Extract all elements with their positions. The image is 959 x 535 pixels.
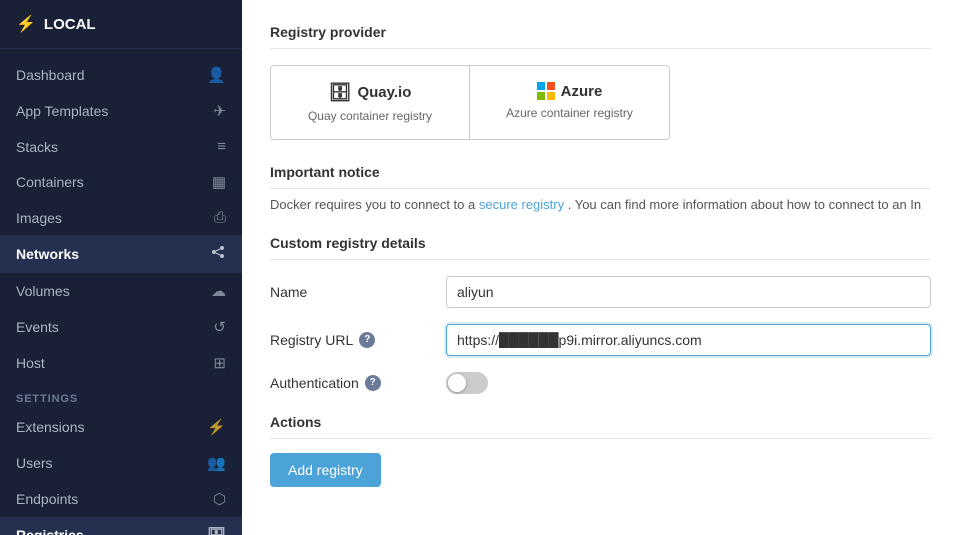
quay-card-desc: Quay container registry bbox=[308, 109, 432, 123]
registry-provider-title: Registry provider bbox=[270, 24, 931, 49]
registries-icon: 🗄 bbox=[207, 526, 226, 535]
azure-card-desc: Azure container registry bbox=[506, 106, 633, 120]
url-row: Registry URL ? bbox=[270, 324, 931, 356]
actions-section: Actions Add registry bbox=[270, 414, 931, 487]
registry-card-quay[interactable]: 🗄 Quay.io Quay container registry bbox=[270, 65, 470, 140]
name-input[interactable] bbox=[446, 276, 931, 308]
volumes-icon: ☁ bbox=[211, 282, 226, 300]
sidebar-item-app-templates[interactable]: App Templates ✈ bbox=[0, 93, 242, 129]
main-content: Registry provider 🗄 Quay.io Quay contain… bbox=[242, 0, 959, 535]
quay-card-name: 🗄 Quay.io bbox=[329, 82, 412, 103]
sidebar-logo: ⚡ LOCAL bbox=[0, 0, 242, 49]
sidebar-item-stacks[interactable]: Stacks ≡ bbox=[0, 129, 242, 164]
registry-card-azure[interactable]: Azure Azure container registry bbox=[470, 65, 670, 140]
auth-help-icon[interactable]: ? bbox=[365, 375, 381, 391]
custom-registry-title: Custom registry details bbox=[270, 235, 931, 260]
azure-icon bbox=[537, 82, 555, 100]
registry-provider-cards: 🗄 Quay.io Quay container registry Azure … bbox=[270, 65, 931, 140]
auth-row: Authentication ? bbox=[270, 372, 931, 394]
custom-registry-details: Custom registry details Name Registry UR… bbox=[270, 235, 931, 394]
azure-card-name: Azure bbox=[537, 82, 603, 100]
app-templates-icon: ✈ bbox=[213, 102, 226, 120]
auth-label: Authentication ? bbox=[270, 375, 430, 391]
stacks-icon: ≡ bbox=[217, 138, 226, 155]
important-notice: Important notice Docker requires you to … bbox=[270, 164, 931, 215]
url-label: Registry URL ? bbox=[270, 332, 430, 348]
add-registry-button[interactable]: Add registry bbox=[270, 453, 381, 487]
sidebar-item-images[interactable]: Images ⎙ bbox=[0, 200, 242, 235]
settings-section-title: SETTINGS bbox=[0, 381, 242, 409]
sidebar-item-dashboard[interactable]: Dashboard 👤 bbox=[0, 57, 242, 93]
name-row: Name bbox=[270, 276, 931, 308]
users-icon: 👥 bbox=[207, 454, 226, 472]
sidebar-item-host[interactable]: Host ⊞ bbox=[0, 345, 242, 381]
url-help-icon[interactable]: ? bbox=[359, 332, 375, 348]
dashboard-icon: 👤 bbox=[207, 66, 226, 84]
sidebar-item-networks[interactable]: Networks bbox=[0, 235, 242, 273]
sidebar-item-events[interactable]: Events ↺ bbox=[0, 309, 242, 345]
sidebar: ⚡ LOCAL Dashboard 👤 App Templates ✈ Stac… bbox=[0, 0, 242, 535]
logo-icon: ⚡ bbox=[16, 14, 36, 34]
toggle-knob bbox=[448, 374, 466, 392]
sidebar-item-volumes[interactable]: Volumes ☁ bbox=[0, 273, 242, 309]
host-icon: ⊞ bbox=[213, 354, 226, 372]
notice-body: Docker requires you to connect to a secu… bbox=[270, 195, 931, 215]
networks-icon bbox=[210, 244, 226, 264]
sidebar-item-users[interactable]: Users 👥 bbox=[0, 445, 242, 481]
sidebar-item-containers[interactable]: Containers ▦ bbox=[0, 164, 242, 200]
secure-registry-link[interactable]: secure registry bbox=[479, 197, 564, 212]
containers-icon: ▦ bbox=[212, 173, 226, 191]
sidebar-nav: Dashboard 👤 App Templates ✈ Stacks ≡ Con… bbox=[0, 49, 242, 535]
url-input[interactable] bbox=[446, 324, 931, 356]
name-label: Name bbox=[270, 284, 430, 300]
sidebar-item-endpoints[interactable]: Endpoints ⬡ bbox=[0, 481, 242, 517]
quay-icon: 🗄 bbox=[329, 82, 352, 103]
notice-title: Important notice bbox=[270, 164, 931, 189]
actions-title: Actions bbox=[270, 414, 931, 439]
endpoints-icon: ⬡ bbox=[213, 490, 226, 508]
logo-text: LOCAL bbox=[44, 16, 96, 33]
extensions-icon: ⚡ bbox=[207, 418, 226, 436]
events-icon: ↺ bbox=[213, 318, 226, 336]
auth-toggle[interactable] bbox=[446, 372, 488, 394]
sidebar-item-registries[interactable]: Registries 🗄 bbox=[0, 517, 242, 535]
images-icon: ⎙ bbox=[214, 209, 226, 226]
sidebar-item-extensions[interactable]: Extensions ⚡ bbox=[0, 409, 242, 445]
